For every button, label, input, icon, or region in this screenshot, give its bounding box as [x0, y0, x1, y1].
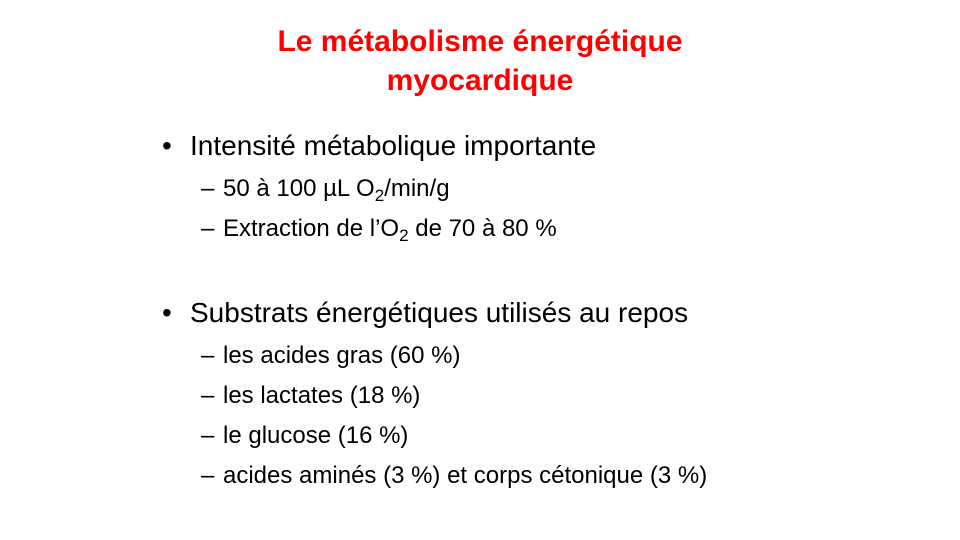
dash-marker: – — [201, 215, 215, 242]
sub-item-lactates: – les lactates (18 %) — [201, 382, 420, 410]
sub-item-text: les lactates (18 %) — [223, 382, 421, 409]
sub-item-text-before: 50 à 100 µL O — [223, 175, 375, 202]
sub-item-oxygen-extraction: – Extraction de l’O2 de 70 à 80 % — [201, 215, 557, 245]
sub-item-text: le glucose (16 %) — [223, 422, 409, 449]
dash-marker: – — [201, 462, 215, 489]
sub-item-text-before: Extraction de l’O — [223, 215, 400, 242]
title-line-2: myocardique — [386, 64, 574, 97]
sub-item-text-after: /min/g — [384, 175, 450, 202]
sub-item-amino-acids-ketones: – acides aminés (3 %) et corps cétonique … — [201, 462, 707, 490]
bullet-marker: • — [162, 130, 172, 161]
sub-item-text: les acides gras (60 %) — [223, 342, 461, 369]
sub-item-fatty-acids: – les acides gras (60 %) — [201, 342, 460, 370]
bullet-energy-substrates: • Substrats énergétiques utilisés au repo… — [162, 297, 688, 329]
subscript-2: 2 — [374, 186, 385, 205]
slide: Le métabolisme énergétique myocardique •… — [0, 0, 960, 540]
sub-item-oxygen-consumption: –50 à 100 µL O2/min/g — [201, 175, 450, 205]
bullet-text: Intensité métabolique importante — [190, 130, 597, 161]
bullet-metabolic-intensity: • Intensité métabolique importante — [162, 130, 596, 162]
dash-marker: – — [201, 382, 215, 409]
dash-marker: – — [201, 422, 215, 449]
sub-item-glucose: – le glucose (16 %) — [201, 422, 408, 450]
dash-marker: – — [201, 342, 215, 369]
subscript-2: 2 — [399, 226, 409, 245]
sub-item-text-after: de 70 à 80 % — [408, 215, 557, 242]
title-line-1: Le métabolisme énergétique — [277, 25, 683, 58]
slide-title: Le métabolisme énergétique myocardique — [0, 22, 960, 100]
bullet-text: Substrats énergétiques utilisés au repos — [190, 297, 689, 328]
sub-item-text: acides aminés (3 %) et corps cétonique (… — [223, 462, 708, 489]
bullet-marker: • — [162, 297, 172, 328]
dash-marker: – — [201, 175, 215, 202]
